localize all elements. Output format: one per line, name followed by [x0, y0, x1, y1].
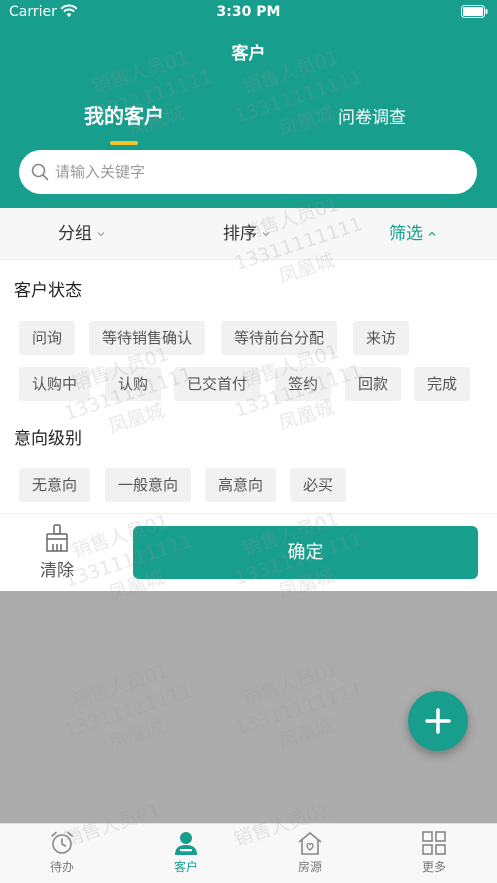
- status-chip[interactable]: 认购: [105, 367, 162, 401]
- status-chip[interactable]: 认购中: [19, 367, 91, 401]
- filter-actions: 清除 确定: [0, 513, 497, 591]
- intent-chip[interactable]: 必买: [290, 468, 347, 502]
- status-chip[interactable]: 完成: [414, 367, 471, 401]
- grid-icon: [422, 831, 446, 855]
- search-bar[interactable]: [19, 150, 477, 194]
- tabbar-item-listing[interactable]: 房源: [270, 830, 350, 875]
- status-chip[interactable]: 等待销售确认: [89, 321, 206, 355]
- status-chip[interactable]: 来访: [353, 321, 410, 355]
- status-chip[interactable]: 问询: [19, 321, 76, 355]
- status-bar: Carrier 3:30 PM: [0, 0, 497, 26]
- filter-tab-sort[interactable]: 排序: [223, 208, 271, 260]
- page-title: 客户: [231, 44, 266, 64]
- filter-tab-filter[interactable]: 筛选: [389, 208, 437, 260]
- tab-my-customers[interactable]: 我的客户: [64, 100, 184, 129]
- intent-chip[interactable]: 一般意向: [105, 468, 192, 502]
- section-title-intent-level: 意向级别: [14, 429, 82, 449]
- chevron-down-icon: [97, 232, 105, 237]
- header: Carrier 3:30 PM 客户 我的客户 问卷调查: [0, 0, 497, 208]
- filter-tab-group[interactable]: 分组: [58, 208, 106, 260]
- clear-button[interactable]: 清除: [28, 524, 86, 584]
- clear-label: 清除: [40, 561, 74, 581]
- tabbar-label: 待办: [49, 860, 74, 874]
- filter-tab-label: 筛选: [389, 224, 423, 244]
- status-chip[interactable]: 签约: [275, 367, 332, 401]
- search-input[interactable]: [55, 150, 455, 194]
- status-chip[interactable]: 已交首付: [174, 367, 261, 401]
- tabbar-item-more[interactable]: 更多: [394, 830, 474, 875]
- filter-tab-label: 分组: [58, 224, 92, 244]
- status-chip[interactable]: 回款: [345, 367, 402, 401]
- confirm-button[interactable]: 确定: [133, 526, 478, 579]
- intent-chip[interactable]: 高意向: [205, 468, 277, 502]
- section-title-customer-status: 客户状态: [14, 281, 82, 301]
- tab-indicator: [110, 141, 138, 145]
- tabbar-item-customer[interactable]: 客户: [146, 830, 226, 875]
- battery-icon: [461, 5, 488, 18]
- status-chip[interactable]: 等待前台分配: [221, 321, 338, 355]
- plus-icon: [425, 708, 451, 734]
- clock: 3:30 PM: [216, 4, 281, 20]
- search-icon: [31, 163, 49, 181]
- alarm-clock-icon: [51, 831, 73, 854]
- tabbar-label: 房源: [297, 860, 322, 874]
- tab-survey[interactable]: 问卷调查: [312, 103, 432, 128]
- filter-tab-label: 排序: [223, 224, 257, 244]
- house-heart-icon: [298, 832, 322, 855]
- user-icon: [175, 832, 197, 855]
- chevron-up-icon: [428, 231, 436, 236]
- tabbar-label: 更多: [421, 860, 446, 874]
- chevron-down-icon: [262, 232, 270, 237]
- brush-icon: [46, 524, 68, 552]
- add-button[interactable]: [408, 691, 468, 751]
- tabbar-label: 客户: [173, 860, 198, 874]
- intent-chip[interactable]: 无意向: [19, 468, 91, 502]
- bottom-tab-bar: 待办 客户 房源 更多: [0, 823, 497, 883]
- tabbar-item-todo[interactable]: 待办: [22, 830, 102, 875]
- filter-bar: 分组 排序 筛选: [0, 208, 497, 260]
